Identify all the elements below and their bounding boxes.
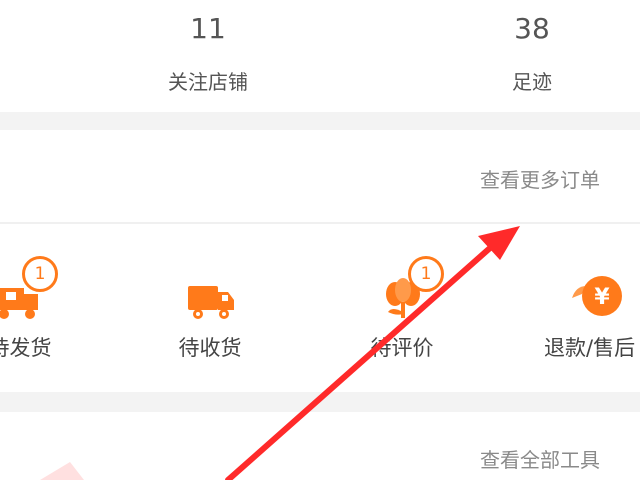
to-review-badge: 1	[408, 256, 444, 292]
status-item-to-receive[interactable]: 待收货	[160, 264, 260, 374]
view-more-orders-link[interactable]: 查看更多订单	[480, 164, 600, 193]
truck-icon	[186, 276, 236, 322]
view-all-tools-link[interactable]: 查看全部工具	[480, 444, 600, 473]
refund-yen-icon: ¥	[570, 272, 626, 322]
to-ship-badge: 1	[22, 256, 58, 292]
tools-section: 查看全部工具	[0, 412, 640, 480]
to-review-label: 待评价	[370, 336, 434, 360]
status-item-to-review[interactable]: 1 待评价	[352, 256, 452, 374]
refund-label: 退款/售后	[544, 336, 636, 360]
status-item-refund[interactable]: ¥ 退款/售后	[540, 264, 640, 374]
stats-section: 11 关注店铺 38 足迹	[0, 0, 640, 112]
status-item-to-ship[interactable]: 1 待发货	[0, 256, 70, 374]
svg-text:¥: ¥	[594, 285, 610, 310]
order-status-row: 1 待发货 待收货 1	[0, 224, 640, 392]
followed-shops-count[interactable]: 11	[128, 12, 288, 45]
orders-header: 查看更多订单	[0, 130, 640, 222]
to-receive-label: 待收货	[178, 336, 242, 360]
section-divider-2	[0, 392, 640, 412]
followed-shops-label[interactable]: 关注店铺	[128, 66, 288, 95]
footprints-label[interactable]: 足迹	[452, 66, 612, 95]
to-ship-label: 待发货	[0, 336, 52, 360]
section-divider	[0, 112, 640, 130]
footprints-count[interactable]: 38	[452, 12, 612, 45]
